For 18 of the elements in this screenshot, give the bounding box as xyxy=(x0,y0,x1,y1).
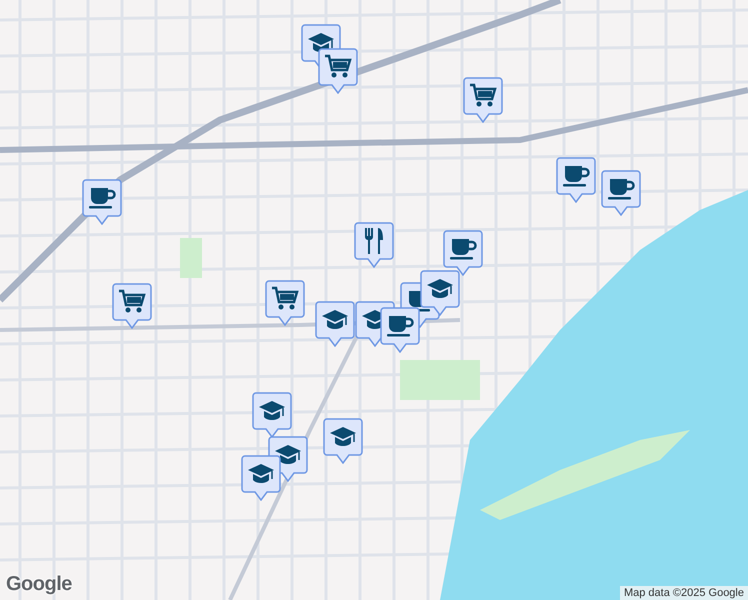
graduation-cap-icon xyxy=(258,400,286,422)
coffee-cup-icon xyxy=(386,314,414,338)
graduation-cap-icon xyxy=(321,309,349,331)
coffee-cup-icon xyxy=(449,237,477,261)
fork-knife-icon xyxy=(363,227,385,255)
map-attribution: Map data ©2025 Google xyxy=(620,586,748,600)
coffee-cup-icon xyxy=(607,177,635,201)
cart-icon xyxy=(118,289,146,315)
graduation-cap-icon xyxy=(247,463,275,485)
cart-icon xyxy=(469,83,497,109)
cart-icon xyxy=(324,54,352,80)
coffee-cup-icon xyxy=(88,186,116,210)
cart-icon xyxy=(271,286,299,312)
google-logo: Google xyxy=(6,573,72,596)
coffee-cup-icon xyxy=(562,164,590,188)
graduation-cap-icon xyxy=(274,444,302,466)
graduation-cap-icon xyxy=(426,278,454,300)
graduation-cap-icon xyxy=(329,426,357,448)
